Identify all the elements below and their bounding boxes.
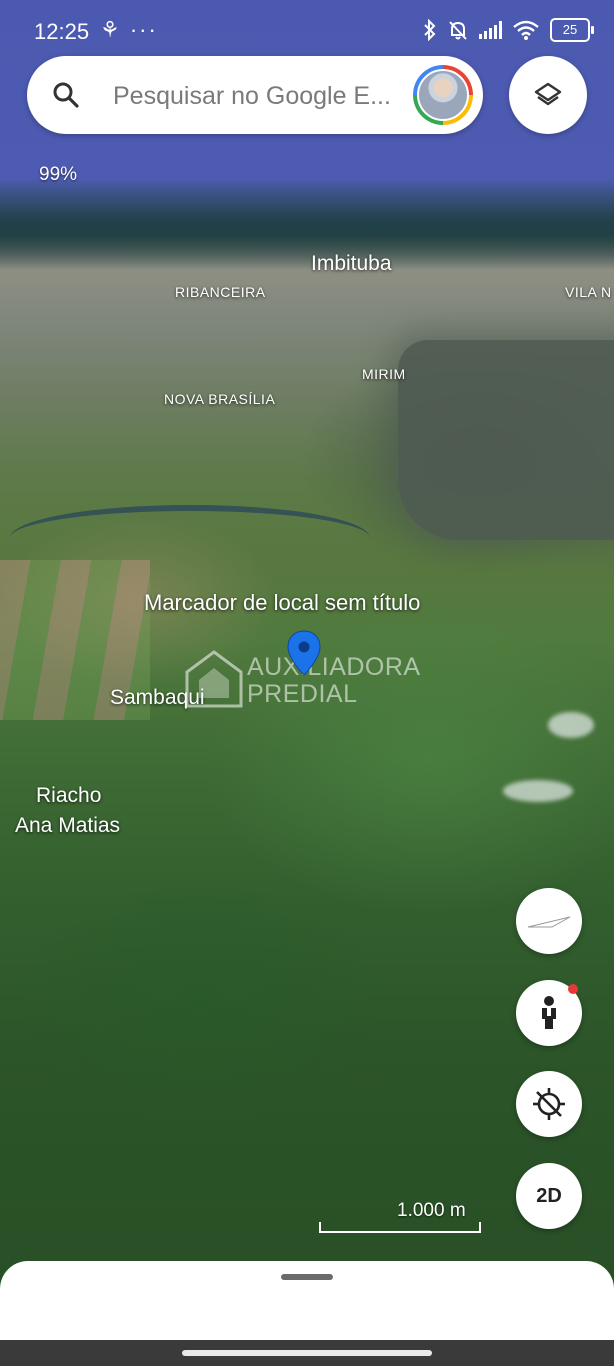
search-bar[interactable] (27, 56, 483, 134)
scale-label: 1.000 m (397, 1200, 466, 1221)
avatar[interactable] (413, 65, 473, 125)
status-time: 12:25 (34, 19, 90, 44)
notification-dot (568, 984, 578, 994)
my-location-button[interactable] (516, 1071, 582, 1137)
place-label-ana-matias[interactable]: Ana Matias (15, 814, 120, 838)
layers-button[interactable] (509, 56, 587, 134)
avatar-photo (417, 69, 469, 121)
compass-button[interactable] (516, 888, 582, 954)
place-label-nova-brasilia[interactable]: NOVA BRASÍLIA (164, 391, 275, 407)
system-nav-bar (0, 1340, 614, 1366)
lagoon-area (398, 340, 614, 540)
bottom-sheet[interactable] (0, 1261, 614, 1340)
location-off-icon (533, 1088, 565, 1120)
map-pin-icon[interactable] (286, 629, 322, 677)
bluetooth-icon (424, 19, 436, 41)
tilt-readout: 99% (39, 164, 78, 185)
pegman-icon (542, 996, 556, 1029)
marker-title-label[interactable]: Marcador de local sem título (144, 590, 420, 616)
battery-icon: 25 (550, 18, 594, 42)
cloud (503, 780, 573, 802)
watermark-text: AUXILIADORA PREDIAL (247, 654, 421, 708)
watermark-line1: AUXILIADORA (247, 653, 421, 681)
place-label-imbituba[interactable]: Imbituba (311, 252, 392, 276)
toggle-2d-button[interactable]: 2D (516, 1163, 582, 1229)
cloud (548, 712, 594, 738)
signal-icon (479, 21, 502, 39)
sheet-drag-handle[interactable] (281, 1274, 333, 1280)
place-label-riacho[interactable]: Riacho (36, 784, 101, 808)
search-icon[interactable] (51, 80, 81, 110)
river (10, 505, 370, 571)
wifi-icon (513, 20, 539, 40)
status-notification-icons: ⚘ ··· (100, 17, 158, 42)
watermark-logo-icon (185, 650, 243, 708)
search-input[interactable] (111, 76, 405, 116)
watermark-line2: PREDIAL (247, 680, 358, 708)
layers-icon (534, 82, 562, 106)
sea-area (0, 180, 614, 270)
street-view-button[interactable] (516, 980, 582, 1046)
status-bar: 12:25 ⚘ ··· 25 (0, 0, 614, 62)
compass-icon (527, 916, 571, 928)
scale-bar (319, 1222, 481, 1233)
home-gesture-pill[interactable] (182, 1350, 432, 1356)
place-label-ribanceira[interactable]: RIBANCEIRA (175, 284, 266, 300)
place-label-mirim[interactable]: MIRIM (362, 366, 406, 382)
mute-icon (449, 21, 467, 40)
status-icons: 25 (423, 18, 594, 42)
place-label-vila-nova[interactable]: VILA N (565, 284, 612, 300)
